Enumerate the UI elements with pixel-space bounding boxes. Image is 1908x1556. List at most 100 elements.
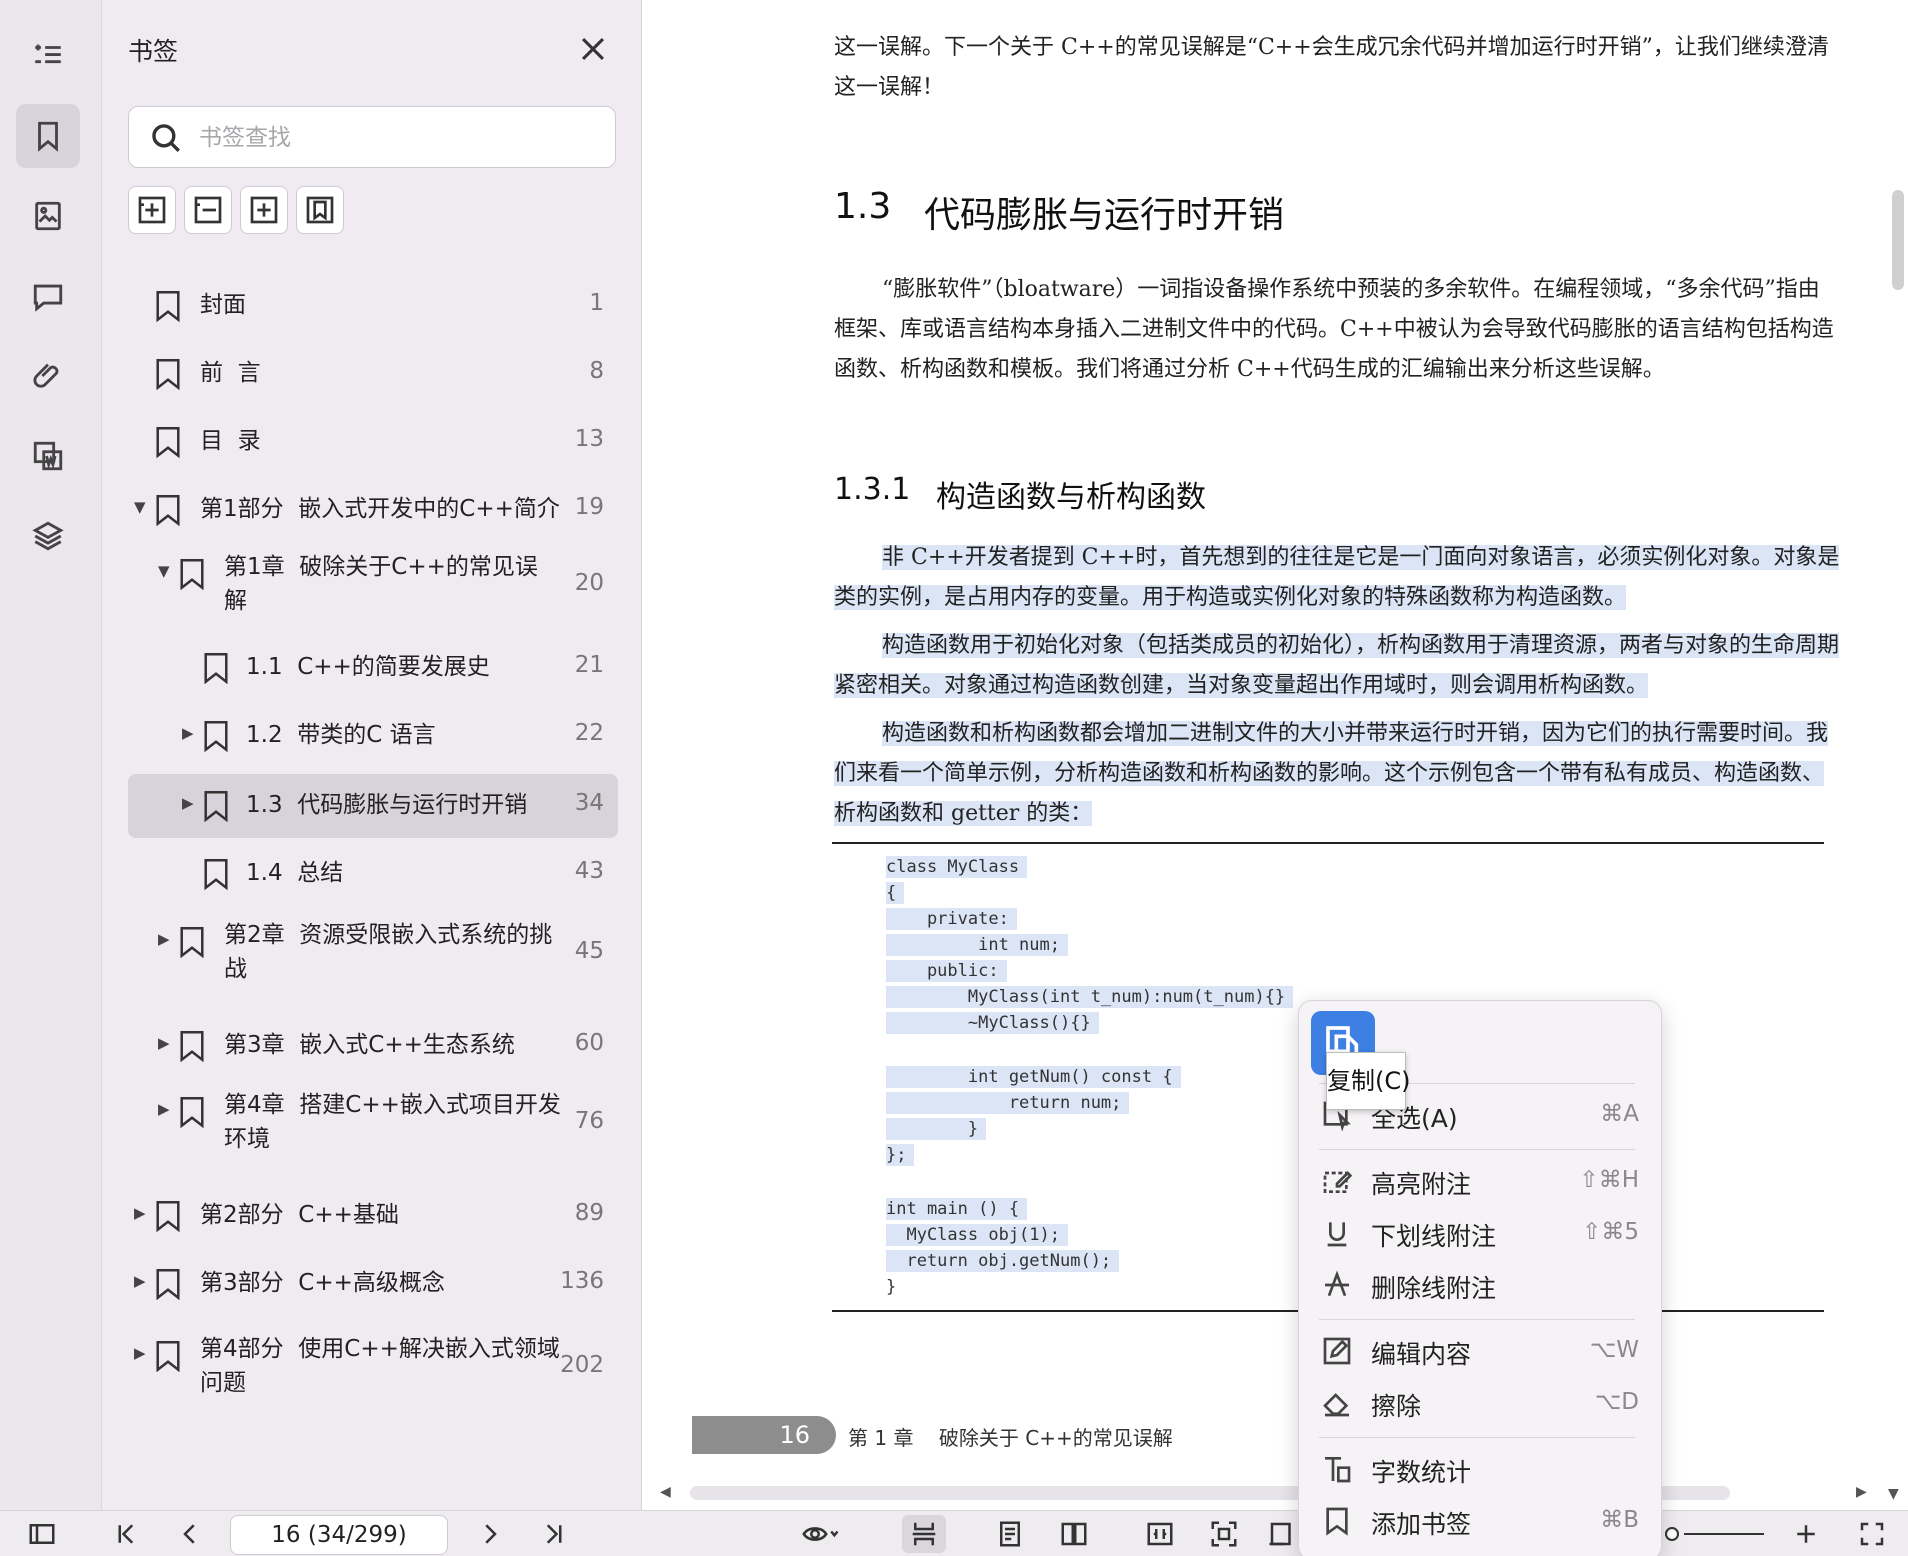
expand-all-button[interactable] (128, 186, 176, 234)
expand-all-icon (138, 196, 166, 224)
bookmark-item[interactable]: ▶ 第2章 资源受限嵌入式系统的挑战 45 (128, 916, 618, 994)
zoom-in-button[interactable] (1786, 1515, 1826, 1553)
bookmark-icon (202, 652, 230, 685)
code-line: } (886, 1277, 897, 1297)
first-page-button[interactable] (106, 1515, 146, 1553)
rotate-button[interactable] (1264, 1515, 1300, 1553)
single-page-button[interactable] (988, 1515, 1032, 1553)
menu-item-erase[interactable]: 擦除 ⌥D (1319, 1379, 1649, 1427)
next-page-button[interactable] (470, 1515, 510, 1553)
thumbnails-tab-button[interactable] (16, 184, 80, 248)
expand-arrow-icon[interactable]: ▶ (182, 724, 194, 742)
zoom-slider-track[interactable] (1684, 1515, 1764, 1553)
last-page-button[interactable] (534, 1515, 574, 1553)
bookmark-item[interactable]: ▶ 第2部分 C++基础 89 (128, 1186, 618, 1246)
bookmark-item[interactable]: 1.1 C++的简要发展史 21 (128, 638, 618, 698)
attachments-tab-button[interactable] (16, 344, 80, 408)
scroll-left-arrow-icon[interactable]: ◀ (660, 1484, 671, 1500)
code-line: MyClass(int t_num):num(t_num){} (886, 986, 1294, 1008)
bookmark-page: 136 (560, 1268, 604, 1294)
selected-text: 构造函数和析构函数都会增加二进制文件的大小并带来运行时开销，因为它们的执行需要时… (834, 721, 1829, 826)
fit-width-button[interactable] (1138, 1515, 1182, 1553)
expand-arrow-icon[interactable]: ▶ (182, 794, 194, 812)
layers-tab-button[interactable] (16, 504, 80, 568)
bookmark-icon (202, 858, 230, 891)
bookmark-item-selected[interactable]: ▶ 1.3 代码膨胀与运行时开销 34 (128, 774, 618, 838)
collapse-all-button[interactable] (184, 186, 232, 234)
bookmarks-tab-button[interactable] (16, 104, 80, 168)
code-line: ~MyClass(){} (886, 1012, 1099, 1034)
view-mode-dropdown[interactable] (790, 1515, 850, 1553)
code-line: public: (886, 960, 1007, 982)
bookmark-item[interactable]: 目 录 13 (128, 412, 618, 472)
code-top-rule (832, 842, 1824, 844)
bookmark-item[interactable]: ▶ 1.2 带类的C 语言 22 (128, 706, 618, 766)
collapse-arrow-icon[interactable]: ▼ (134, 498, 146, 516)
highlight-icon (1323, 1171, 1353, 1193)
continuous-scroll-icon (912, 1522, 936, 1546)
collapse-arrow-icon[interactable]: ▼ (158, 562, 170, 580)
expand-arrow-icon[interactable]: ▶ (134, 1204, 146, 1222)
word-document-icon (33, 441, 63, 471)
bookmark-label: 第4章 搭建C++嵌入式项目开发环境 (224, 1092, 561, 1152)
bookmark-tool-button[interactable] (296, 186, 344, 234)
bookmark-item[interactable]: ▶ 第3章 嵌入式C++生态系统 60 (128, 1016, 618, 1076)
bookmark-page: 43 (574, 858, 604, 884)
bookmark-label: 1.4 总结 (246, 860, 344, 886)
previous-page-button[interactable] (170, 1515, 210, 1553)
zoom-slider-thumb[interactable] (1660, 1515, 1684, 1553)
copy-tooltip: 复制(C) (1326, 1052, 1410, 1110)
expand-arrow-icon[interactable]: ▶ (134, 1272, 146, 1290)
expand-arrow-icon[interactable]: ▶ (158, 1100, 170, 1118)
expand-arrow-icon[interactable]: ▶ (158, 1034, 170, 1052)
bookmark-item[interactable]: ▶ 第4部分 使用C++解决嵌入式领域问题 202 (128, 1330, 618, 1408)
menu-item-label: 高亮附注 (1371, 1170, 1472, 1199)
fullscreen-button[interactable] (1852, 1515, 1892, 1553)
menu-item-word-count[interactable]: 字数统计 (1319, 1445, 1649, 1493)
bookmark-search-box[interactable] (128, 106, 616, 168)
document-viewport[interactable]: 这一误解。下一个关于 C++的常见误解是“C++会生成冗余代码并增加运行时开销”… (692, 0, 1900, 1510)
bookmark-item[interactable]: ▼ 第1部分 嵌入式开发中的C++简介 19 (128, 480, 618, 540)
outline-toggle-button[interactable] (16, 24, 80, 88)
bookmark-item[interactable]: ▶ 第3部分 C++高级概念 136 (128, 1254, 618, 1314)
close-icon (581, 37, 605, 61)
expand-arrow-icon[interactable]: ▶ (158, 930, 170, 948)
bookmark-item[interactable]: 封面 1 (128, 276, 618, 336)
bookmark-item[interactable]: 1.4 总结 43 (128, 844, 618, 904)
two-page-button[interactable] (1052, 1515, 1096, 1553)
bookmark-icon (154, 358, 182, 391)
bookmark-item[interactable]: ▶ 第4章 搭建C++嵌入式项目开发环境 76 (128, 1086, 618, 1164)
vertical-scrollbar-thumb[interactable] (1892, 190, 1904, 290)
section-title: 代码膨胀与运行时开销 (924, 195, 1285, 236)
menu-item-underline[interactable]: 下划线附注 ⇧⌘5 (1319, 1209, 1649, 1257)
expand-arrow-icon[interactable]: ▶ (134, 1344, 146, 1362)
footer-chapter-title: 第 1 章 破除关于 C++的常见误解 (848, 1426, 1173, 1450)
code-line: int num; (886, 934, 1068, 956)
bookmark-page: 202 (560, 1352, 604, 1378)
menu-item-edit-content[interactable]: 编辑内容 ⌥W (1319, 1327, 1649, 1375)
bookmark-icon (178, 1030, 206, 1063)
continuous-scroll-button[interactable] (902, 1515, 946, 1553)
search-icon (152, 124, 180, 152)
menu-item-highlight[interactable]: 高亮附注 ⇧⌘H (1319, 1157, 1649, 1205)
scroll-right-arrow-icon[interactable]: ▶ (1856, 1484, 1867, 1500)
code-line: }; (886, 1144, 915, 1166)
bookmark-label: 封面 (200, 292, 246, 318)
comments-tab-button[interactable] (16, 264, 80, 328)
menu-item-add-bookmark[interactable]: 添加书签 ⌘B (1319, 1497, 1649, 1545)
bookmark-icon (154, 1340, 182, 1373)
bookmark-icon (154, 290, 182, 323)
scroll-down-arrow-icon[interactable]: ▼ (1888, 1486, 1899, 1502)
eraser-icon (1323, 1393, 1349, 1417)
word-tab-button[interactable] (16, 424, 80, 488)
bookmark-item[interactable]: ▼ 第1章 破除关于C++的常见误解 20 (128, 548, 618, 626)
close-panel-button[interactable] (576, 32, 610, 66)
page-number-input[interactable]: 16 (34/299) (230, 1515, 448, 1555)
bookmark-search-input[interactable] (199, 119, 599, 157)
add-bookmark-tool-button[interactable] (240, 186, 288, 234)
menu-item-strikethrough[interactable]: 删除线附注 (1319, 1261, 1649, 1309)
bookmark-item[interactable]: 前 言 8 (128, 344, 618, 404)
sidebar-toggle-button[interactable] (22, 1515, 62, 1553)
fit-page-button[interactable] (1202, 1515, 1246, 1553)
single-page-icon (1000, 1521, 1020, 1547)
